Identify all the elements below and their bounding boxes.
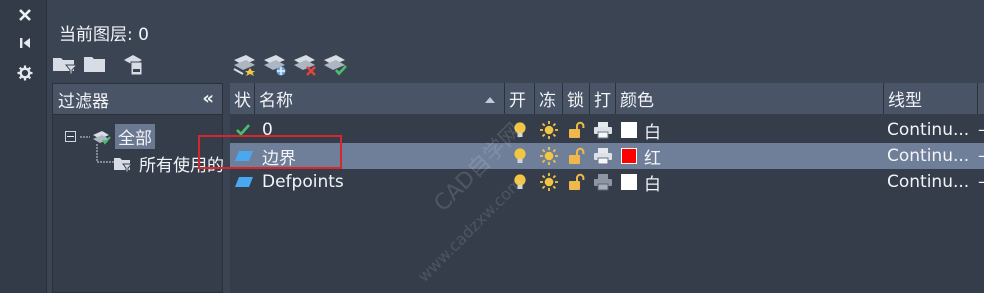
layer-states-manager-button[interactable] (119, 50, 147, 78)
color-name: 红 (644, 148, 661, 169)
layer-row[interactable]: 边界 红 Continu... — (230, 143, 984, 169)
layer-list: 状 名称 开 冻 锁 打 颜色 线型 0 白 Continu... — 边界 (230, 83, 984, 293)
sun-thawed-icon[interactable] (539, 169, 559, 195)
tree-collapse-box[interactable] (65, 131, 76, 142)
layers-filter-icon (93, 130, 111, 145)
filter-tree-panel: 过滤器 « 全部 所有使用的 (52, 83, 224, 293)
new-layer-button[interactable] (231, 50, 259, 78)
lightbulb-on-icon[interactable] (513, 169, 527, 195)
delete-layer-button[interactable] (291, 50, 319, 78)
filter-folder-icon (114, 157, 133, 172)
filter-tree-title: 过滤器 (58, 91, 109, 112)
linetype-cell[interactable]: Continu... (887, 117, 969, 143)
sort-up-icon (485, 97, 495, 103)
layer-list-header: 状 名称 开 冻 锁 打 颜色 线型 (230, 83, 984, 114)
unlock-icon[interactable] (567, 117, 585, 143)
color-swatch (621, 174, 637, 190)
lineweight-cell[interactable]: — (978, 117, 984, 143)
annotation-highlight-box (198, 135, 342, 169)
current-layer-label: 当前图层: (59, 25, 133, 45)
sun-thawed-icon[interactable] (539, 117, 559, 143)
lineweight-cell[interactable]: — (978, 143, 984, 169)
col-name[interactable]: 名称 (255, 83, 505, 114)
printer-icon[interactable] (593, 143, 613, 169)
color-name: 白 (644, 122, 661, 143)
layer-name[interactable]: Defpoints (262, 169, 344, 195)
lineweight-cell[interactable]: — (978, 169, 984, 195)
new-property-filter-button[interactable] (51, 50, 79, 78)
col-more (978, 83, 984, 114)
lightbulb-on-icon[interactable] (513, 143, 527, 169)
sun-thawed-icon[interactable] (539, 143, 559, 169)
auto-hide-icon[interactable] (14, 32, 36, 54)
layer-row[interactable]: Defpoints 白 Continu... — (230, 169, 984, 195)
gear-icon[interactable] (14, 62, 36, 84)
current-layer: 当前图层: 0 (59, 20, 149, 45)
set-current-button[interactable] (321, 50, 349, 78)
col-on[interactable]: 开 (505, 83, 535, 114)
col-lock[interactable]: 锁 (563, 83, 590, 114)
side-strip (0, 0, 47, 293)
col-linetype[interactable]: 线型 (884, 83, 978, 114)
layer-status-icon (234, 169, 254, 195)
color-cell[interactable]: 白 (621, 169, 661, 195)
linetype-cell[interactable]: Continu... (887, 143, 969, 169)
col-color[interactable]: 颜色 (616, 83, 884, 114)
printer-icon[interactable] (593, 117, 613, 143)
unlock-icon[interactable] (567, 143, 585, 169)
color-swatch (621, 148, 637, 164)
new-layer-frozen-button[interactable] (261, 50, 289, 78)
new-group-filter-button[interactable] (81, 50, 109, 78)
col-plot[interactable]: 打 (590, 83, 616, 114)
close-icon[interactable] (14, 4, 36, 26)
color-swatch (621, 122, 637, 138)
col-freeze[interactable]: 冻 (535, 83, 563, 114)
layer-row[interactable]: 0 白 Continu... — (230, 117, 984, 143)
col-status[interactable]: 状 (230, 83, 255, 114)
color-cell[interactable]: 红 (621, 143, 661, 169)
current-layer-value: 0 (138, 25, 149, 45)
color-cell[interactable]: 白 (621, 117, 661, 143)
filter-tree-header: 过滤器 « (53, 84, 222, 115)
linetype-cell[interactable]: Continu... (887, 169, 969, 195)
color-name: 白 (644, 174, 661, 195)
lightbulb-on-icon[interactable] (513, 117, 527, 143)
printer-disabled-icon[interactable] (593, 169, 613, 195)
unlock-icon[interactable] (567, 169, 585, 195)
collapse-panel-icon[interactable]: « (202, 88, 214, 109)
filter-node-all-label[interactable]: 全部 (115, 124, 155, 149)
